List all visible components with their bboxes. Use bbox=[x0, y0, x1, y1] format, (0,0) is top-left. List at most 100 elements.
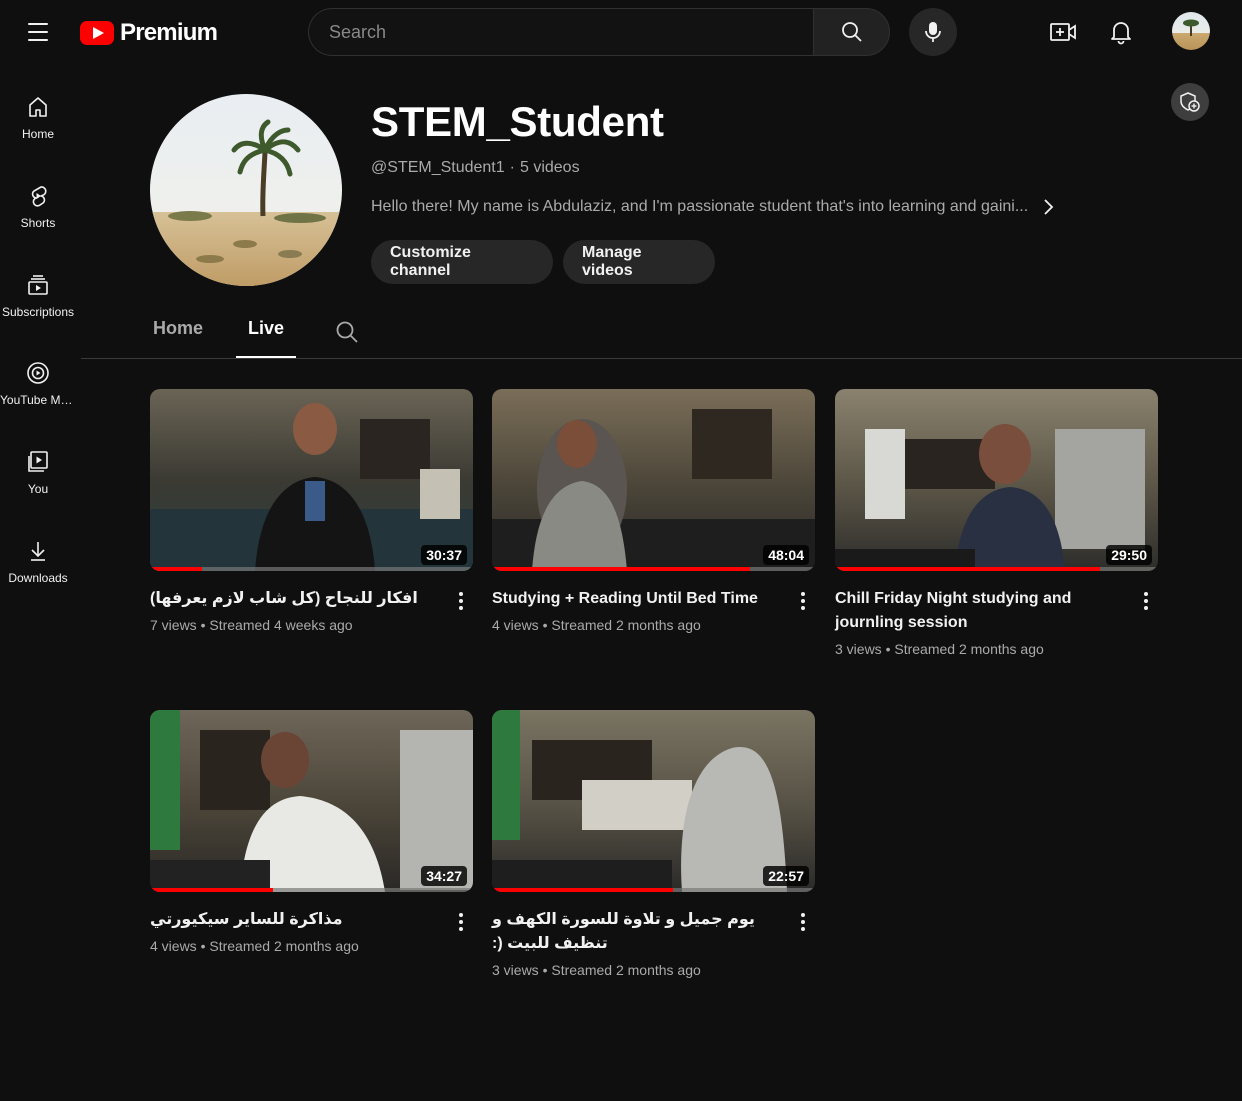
channel-name: STEM_Student bbox=[371, 98, 664, 145]
youtube-premium-logo[interactable]: Premium bbox=[80, 18, 218, 48]
more-options-icon[interactable] bbox=[449, 587, 473, 611]
view-count: 4 views bbox=[150, 938, 197, 954]
stream-date: Streamed 2 months ago bbox=[551, 617, 701, 633]
you-icon bbox=[28, 451, 48, 472]
download-icon bbox=[31, 542, 45, 561]
thumbnail-image bbox=[492, 710, 787, 892]
mic-icon bbox=[925, 22, 941, 42]
video-card[interactable]: 30:37 افكار للنجاح (كل شاب لازم يعرفها) … bbox=[150, 389, 473, 633]
duration-badge: 30:37 bbox=[421, 545, 467, 565]
video-title[interactable]: Studying + Reading Until Bed Time bbox=[492, 587, 772, 611]
youtube-logo-icon bbox=[80, 21, 114, 45]
sidebar-label-shorts: Shorts bbox=[20, 216, 56, 230]
search-input[interactable] bbox=[329, 21, 814, 43]
account-avatar[interactable] bbox=[1172, 12, 1210, 50]
brand-label: Premium bbox=[120, 19, 218, 46]
sidebar-label-downloads: Downloads bbox=[8, 571, 68, 585]
channel-description[interactable]: Hello there! My name is Abdulaziz, and I… bbox=[371, 198, 1054, 216]
video-thumbnail[interactable]: 30:37 bbox=[150, 389, 473, 571]
video-stats: 4 views • Streamed 2 months ago bbox=[150, 938, 359, 954]
voice-search-button[interactable] bbox=[909, 8, 957, 56]
more-options-icon[interactable] bbox=[791, 587, 815, 611]
more-options-icon[interactable] bbox=[791, 908, 815, 956]
customize-channel-button[interactable]: Customize channel bbox=[371, 240, 553, 284]
stream-date: Streamed 2 months ago bbox=[894, 641, 1044, 657]
video-thumbnail[interactable]: 29:50 bbox=[835, 389, 1158, 571]
thumbnail-image bbox=[150, 403, 473, 571]
search-icon bbox=[336, 321, 358, 343]
sidebar-item-home[interactable]: Home bbox=[0, 78, 76, 158]
stream-date: Streamed 2 months ago bbox=[209, 938, 359, 954]
search-button[interactable] bbox=[813, 8, 890, 56]
view-count: 7 views bbox=[150, 617, 197, 633]
channel-settings-button[interactable] bbox=[1171, 83, 1209, 121]
sidebar-item-you[interactable]: You bbox=[0, 433, 76, 513]
youtube-music-icon bbox=[27, 362, 49, 384]
chevron-right-icon[interactable] bbox=[1042, 198, 1054, 216]
channel-meta: @STEM_Student1 · 5 videos bbox=[371, 159, 580, 177]
video-card[interactable]: 34:27 مذاكرة للساير سيكيورتي 4 views • S… bbox=[150, 710, 473, 954]
tab-home[interactable]: Home bbox=[153, 318, 203, 358]
tab-live[interactable]: Live bbox=[236, 318, 297, 358]
video-stats: 7 views • Streamed 4 weeks ago bbox=[150, 617, 353, 633]
channel-handle: @STEM_Student1 bbox=[371, 159, 505, 176]
search-icon bbox=[841, 22, 862, 42]
video-thumbnail[interactable]: 48:04 bbox=[492, 389, 815, 571]
sidebar-label-home: Home bbox=[21, 127, 54, 141]
sidebar-item-subscriptions[interactable]: Subscriptions bbox=[0, 256, 76, 336]
video-title[interactable]: يوم جميل و تلاوة للسورة الكهف و تنظيف لل… bbox=[492, 908, 772, 956]
shorts-icon bbox=[31, 186, 47, 207]
stream-date: Streamed 2 months ago bbox=[551, 962, 701, 978]
duration-badge: 48:04 bbox=[763, 545, 809, 565]
channel-search-button[interactable] bbox=[334, 319, 360, 350]
view-count: 4 views bbox=[492, 617, 539, 633]
video-title[interactable]: افكار للنجاح (كل شاب لازم يعرفها) bbox=[150, 587, 430, 611]
thumbnail-image bbox=[150, 710, 473, 892]
watch-progress bbox=[492, 567, 815, 571]
tabs-divider bbox=[81, 358, 1242, 359]
channel-avatar bbox=[150, 94, 342, 286]
duration-badge: 34:27 bbox=[421, 866, 467, 886]
video-card[interactable]: 22:57 يوم جميل و تلاوة للسورة الكهف و تن… bbox=[492, 710, 815, 978]
video-stats: 3 views • Streamed 2 months ago bbox=[492, 962, 701, 978]
home-icon bbox=[29, 97, 47, 117]
menu-icon[interactable] bbox=[22, 16, 54, 48]
duration-badge: 22:57 bbox=[763, 866, 809, 886]
palm-tree-icon bbox=[1183, 19, 1199, 36]
view-count: 3 views bbox=[835, 641, 882, 657]
video-stats: 3 views • Streamed 2 months ago bbox=[835, 641, 1044, 657]
sidebar-label-subscriptions: Subscriptions bbox=[1, 305, 75, 319]
notifications-button[interactable] bbox=[1101, 12, 1141, 52]
sidebar-item-youtube-music[interactable]: YouTube Mu... bbox=[0, 344, 76, 424]
sidebar-item-shorts[interactable]: Shorts bbox=[0, 167, 76, 247]
view-count: 3 views bbox=[492, 962, 539, 978]
create-button[interactable] bbox=[1043, 12, 1083, 52]
search-field[interactable] bbox=[308, 8, 814, 56]
watch-progress bbox=[150, 567, 473, 571]
video-thumbnail[interactable]: 22:57 bbox=[492, 710, 815, 892]
stream-date: Streamed 4 weeks ago bbox=[209, 617, 353, 633]
sidebar-item-downloads[interactable]: Downloads bbox=[0, 522, 76, 602]
sidebar-label-you: You bbox=[27, 482, 49, 496]
video-stats: 4 views • Streamed 2 months ago bbox=[492, 617, 701, 633]
more-options-icon[interactable] bbox=[1134, 587, 1158, 635]
duration-badge: 29:50 bbox=[1106, 545, 1152, 565]
video-count: 5 videos bbox=[519, 159, 580, 176]
watch-progress bbox=[492, 888, 815, 892]
palm-tree-avatar-image bbox=[150, 94, 342, 286]
video-title[interactable]: Chill Friday Night studying and journlin… bbox=[835, 587, 1115, 635]
video-thumbnail[interactable]: 34:27 bbox=[150, 710, 473, 892]
meta-separator: · bbox=[509, 159, 515, 176]
manage-videos-button[interactable]: Manage videos bbox=[563, 240, 715, 284]
more-options-icon[interactable] bbox=[449, 908, 473, 932]
shield-add-icon bbox=[1180, 92, 1200, 112]
video-card[interactable]: 29:50 Chill Friday Night studying and jo… bbox=[835, 389, 1158, 657]
video-card[interactable]: 48:04 Studying + Reading Until Bed Time … bbox=[492, 389, 815, 633]
thumbnail-image bbox=[835, 424, 1145, 571]
create-icon bbox=[1050, 23, 1076, 41]
watch-progress bbox=[835, 567, 1158, 571]
description-text: Hello there! My name is Abdulaziz, and I… bbox=[371, 198, 1029, 215]
video-title[interactable]: مذاكرة للساير سيكيورتي bbox=[150, 908, 430, 932]
subscriptions-icon bbox=[28, 275, 48, 295]
sidebar-label-youtube-music: YouTube Mu... bbox=[0, 393, 76, 407]
